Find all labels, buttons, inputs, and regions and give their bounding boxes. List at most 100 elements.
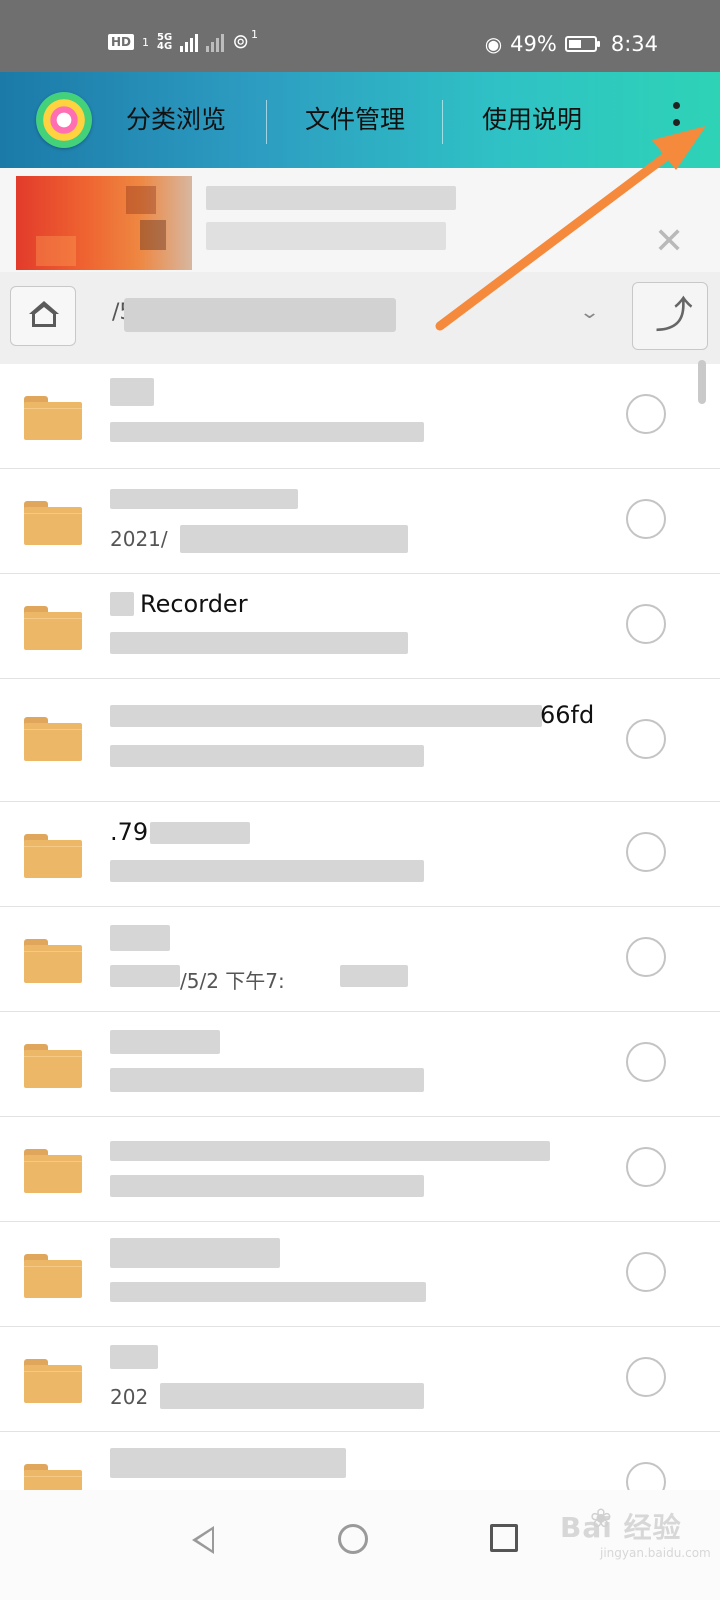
blurred-meta [110, 632, 408, 654]
path-bar: /5 ⌄ ⤴ [0, 272, 720, 365]
list-item[interactable]: Recorder [0, 574, 720, 679]
back-icon-inner [197, 1530, 212, 1550]
battery-percentage: 49% [510, 32, 557, 56]
blurred-name [110, 489, 298, 509]
blurred-meta [110, 1282, 426, 1302]
folder-icon [24, 606, 82, 650]
folder-icon [24, 1149, 82, 1193]
folder-icon [24, 1254, 82, 1298]
folder-icon [24, 1044, 82, 1088]
parent-directory-button[interactable]: ⤴ [632, 282, 708, 350]
blurred-meta [110, 860, 424, 882]
select-checkbox[interactable] [626, 604, 666, 644]
blurred-name [110, 378, 154, 406]
menu-dot-icon [672, 118, 680, 126]
folder-icon [24, 717, 82, 761]
list-item[interactable] [0, 364, 720, 469]
select-checkbox[interactable] [626, 937, 666, 977]
select-checkbox[interactable] [626, 394, 666, 434]
eye-comfort-icon: ◉ [484, 32, 503, 56]
blurred-name [110, 705, 542, 727]
hotspot-icon: ⊚ [232, 29, 249, 53]
blurred-name [110, 925, 170, 951]
ad-banner[interactable]: ✕ [0, 168, 720, 272]
blurred-name [110, 1030, 220, 1054]
home-circle-icon[interactable] [338, 1524, 368, 1554]
app-header: 分类浏览 文件管理 使用说明 [0, 72, 720, 168]
tab-divider [442, 100, 443, 144]
ad-title-blurred [206, 186, 456, 210]
folder-icon [24, 501, 82, 545]
folder-icon [24, 834, 82, 878]
system-nav-bar: ❀ Bai 经验 jingyan.baidu.com [0, 1490, 720, 1600]
blurred-name [110, 592, 134, 616]
folder-icon [24, 939, 82, 983]
more-options-button[interactable] [664, 102, 688, 142]
list-item[interactable] [0, 1222, 720, 1327]
blurred-name [110, 1448, 346, 1478]
select-checkbox[interactable] [626, 1042, 666, 1082]
clock: 8:34 [610, 32, 658, 56]
tab-instructions[interactable]: 使用说明 [482, 100, 582, 136]
blurred-meta [110, 965, 180, 987]
paw-icon: ❀ [590, 1504, 612, 1534]
tab-file-management[interactable]: 文件管理 [305, 100, 405, 136]
blurred-name [110, 1345, 158, 1369]
sim-slot-label: 1 [142, 35, 150, 49]
folder-icon [24, 396, 82, 440]
list-item[interactable]: .793 [0, 802, 720, 907]
blurred-meta [110, 1175, 424, 1197]
hotspot-count: 1 [250, 27, 258, 41]
folder-icon [24, 1359, 82, 1403]
blurred-meta [110, 422, 424, 442]
file-meta: 2021/ [110, 527, 168, 551]
blurred-name [110, 1141, 550, 1161]
blurred-meta [110, 1068, 424, 1092]
blurred-meta [110, 745, 424, 767]
network-type-label: 5G 4G [157, 32, 173, 52]
up-arrow-icon: ⤴ [655, 293, 694, 337]
file-name: Recorder [140, 590, 248, 618]
file-meta: /5/2 下午7: [180, 969, 285, 993]
select-checkbox[interactable] [626, 1357, 666, 1397]
blurred-meta [160, 1383, 424, 1409]
blurred-meta [180, 525, 408, 553]
blurred-meta [340, 965, 408, 987]
hd-voice-badge: HD [108, 34, 135, 50]
battery-icon [564, 36, 600, 52]
status-bar: HD 1 5G 4G ⊚ 1 ◉ 49% 8:34 [0, 0, 720, 72]
current-path-blurred [124, 298, 396, 332]
close-ad-icon[interactable]: ✕ [654, 224, 684, 260]
home-directory-button[interactable] [10, 286, 76, 346]
list-item[interactable] [0, 1117, 720, 1222]
tab-category-browse[interactable]: 分类浏览 [126, 100, 226, 136]
battery-fill [568, 40, 581, 48]
select-checkbox[interactable] [626, 1252, 666, 1292]
file-meta: 202 [110, 1385, 149, 1409]
ad-thumbnail [16, 176, 192, 270]
menu-dot-icon [672, 135, 680, 142]
file-list: 2021/ Recorder 66fd .793 /5/2 下午7: 202 [0, 364, 720, 1537]
ad-subtitle-blurred [206, 222, 446, 250]
select-checkbox[interactable] [626, 832, 666, 872]
list-item[interactable]: /5/2 下午7: [0, 907, 720, 1012]
watermark-subtext: jingyan.baidu.com [600, 1546, 711, 1560]
list-item[interactable]: 66fd [0, 679, 720, 802]
menu-dot-icon [672, 102, 680, 109]
list-item[interactable]: 202 [0, 1327, 720, 1432]
select-checkbox[interactable] [626, 1147, 666, 1187]
blurred-name [150, 822, 250, 844]
signal-strength-icon [180, 32, 199, 52]
scrollbar[interactable] [698, 360, 706, 404]
status-icons-left: HD 1 5G 4G ⊚ 1 [108, 27, 264, 54]
select-checkbox[interactable] [626, 719, 666, 759]
path-dropdown-icon[interactable]: ⌄ [579, 302, 600, 323]
home-icon [29, 301, 59, 329]
baidu-jingyan-watermark: ❀ Bai 经验 jingyan.baidu.com [560, 1504, 711, 1560]
select-checkbox[interactable] [626, 499, 666, 539]
recent-apps-icon[interactable] [490, 1524, 518, 1552]
list-item[interactable] [0, 1012, 720, 1117]
list-item[interactable]: 2021/ [0, 469, 720, 574]
signal-strength-sim2-icon [206, 32, 225, 52]
status-icons-right: ◉ 49% 8:34 [485, 32, 658, 56]
